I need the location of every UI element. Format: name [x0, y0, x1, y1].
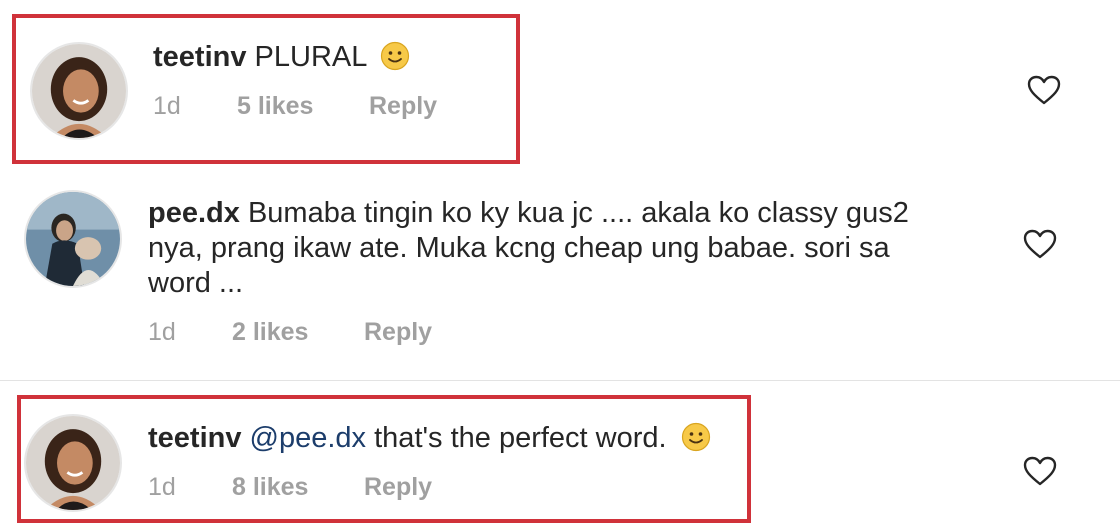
comment-likes-count[interactable]: 2 likes [232, 318, 364, 347]
comment-time: 1d [148, 318, 176, 346]
comment-body-line-3: word ... [148, 267, 244, 299]
highlight-box-1 [12, 14, 520, 164]
avatar-photo [26, 192, 120, 286]
comment-body-line-1: Bumaba tingin ko ky kua jc .... akala ko… [247, 197, 909, 229]
comment-meta: 1d 2 likes Reply [148, 318, 432, 347]
comment-body-line-2: nya, prang ikaw ate. Muka kcng cheap ung… [148, 232, 890, 264]
heart-outline-icon[interactable] [1022, 228, 1058, 260]
divider [0, 380, 1120, 381]
highlight-box-2 [17, 395, 751, 523]
reply-button[interactable]: Reply [364, 318, 432, 347]
heart-outline-icon[interactable] [1026, 74, 1062, 106]
comment-username[interactable]: pee.dx [148, 197, 240, 229]
avatar[interactable] [24, 190, 122, 288]
heart-outline-icon[interactable] [1022, 455, 1058, 487]
comment-text: pee.dx Bumaba tingin ko ky kua jc .... a… [148, 196, 909, 301]
